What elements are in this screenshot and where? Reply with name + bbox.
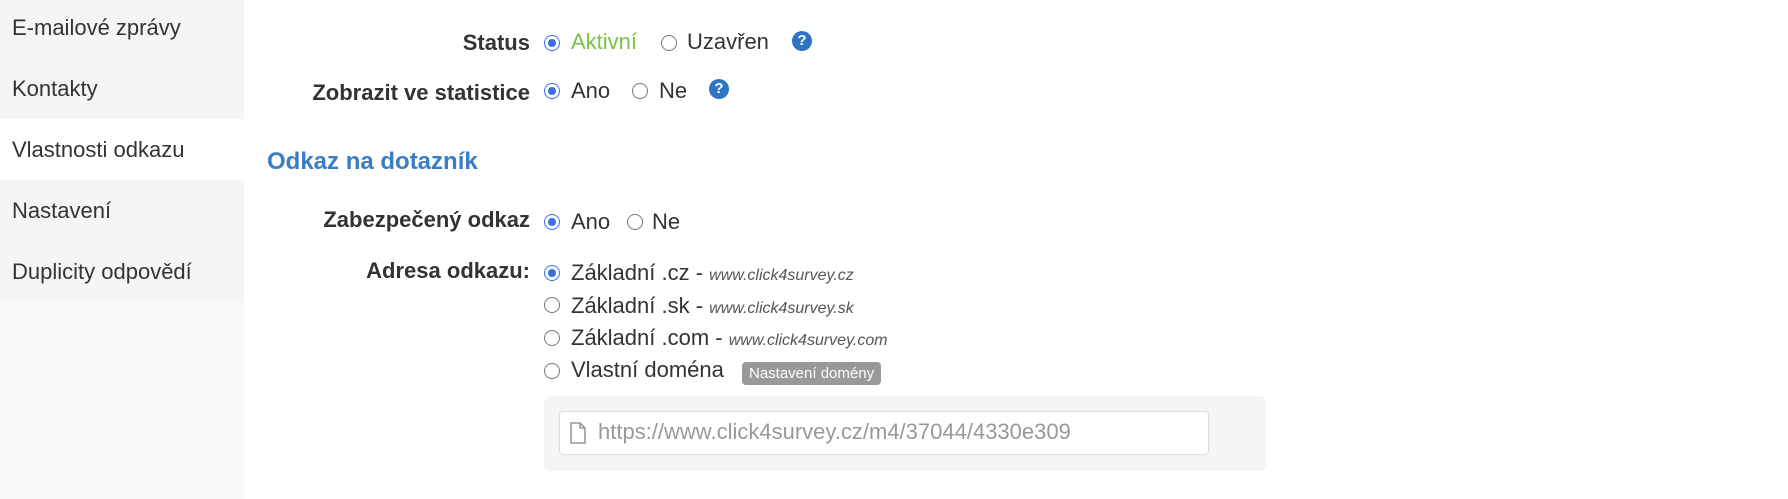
address-com-radio[interactable] — [544, 330, 560, 346]
address-cz-label: Základní .cz - — [571, 260, 710, 285]
section-title: Odkaz na dotazník — [267, 148, 478, 175]
address-com-label: Základní .com - — [571, 325, 729, 350]
sidebar-item-settings[interactable]: Nastavení — [0, 180, 244, 241]
address-cz-radio[interactable] — [544, 265, 560, 281]
sidebar-empty-area — [0, 302, 244, 499]
sidebar-item-emails[interactable]: E-mailové zprávy — [0, 0, 244, 58]
address-custom-label[interactable]: Vlastní doména — [571, 357, 724, 383]
secure-link-yes-radio[interactable] — [544, 214, 560, 230]
address-sk-hint: www.click4survey.sk — [709, 300, 854, 317]
sidebar-item-contacts[interactable]: Kontakty — [0, 58, 244, 119]
address-cz-hint: www.click4survey.cz — [709, 267, 854, 284]
status-closed-radio[interactable] — [661, 35, 677, 51]
secure-link-no-label[interactable]: Ne — [652, 209, 680, 235]
sidebar-item-duplicates[interactable]: Duplicity odpovědí — [0, 241, 244, 302]
status-active-radio[interactable] — [544, 35, 560, 51]
url-value[interactable]: https://www.click4survey.cz/m4/37044/433… — [598, 419, 1071, 445]
sidebar: E-mailové zprávy Kontakty Vlastnosti odk… — [0, 0, 244, 499]
status-active-label[interactable]: Aktivní — [571, 29, 637, 55]
sidebar-item-link-properties[interactable]: Vlastnosti odkazu — [0, 119, 244, 180]
address-com-hint: www.click4survey.com — [728, 332, 888, 349]
secure-link-label: Zabezpečený odkaz — [323, 207, 530, 232]
status-label: Status — [462, 30, 530, 55]
address-cz-option[interactable]: Základní .cz - www.click4survey.cz — [571, 260, 854, 286]
statistics-help-icon[interactable]: ? — [709, 79, 729, 99]
domain-settings-badge[interactable]: Nastavení domény — [742, 362, 882, 385]
secure-link-yes-label[interactable]: Ano — [571, 209, 610, 235]
statistics-yes-radio[interactable] — [544, 83, 560, 99]
address-sk-option[interactable]: Základní .sk - www.click4survey.sk — [571, 293, 854, 319]
statistics-yes-label[interactable]: Ano — [571, 78, 610, 104]
file-icon — [570, 422, 586, 444]
address-com-option[interactable]: Základní .com - www.click4survey.com — [571, 325, 888, 351]
statistics-no-label[interactable]: Ne — [659, 78, 687, 104]
statistics-label: Zobrazit ve statistice — [312, 80, 530, 105]
address-sk-radio[interactable] — [544, 297, 560, 313]
address-sk-label: Základní .sk - — [571, 293, 710, 318]
status-closed-label[interactable]: Uzavřen — [687, 29, 769, 55]
link-address-label: Adresa odkazu: — [366, 258, 530, 283]
secure-link-no-radio[interactable] — [627, 214, 643, 230]
status-help-icon[interactable]: ? — [792, 31, 812, 51]
statistics-no-radio[interactable] — [632, 83, 648, 99]
address-custom-radio[interactable] — [544, 363, 560, 379]
